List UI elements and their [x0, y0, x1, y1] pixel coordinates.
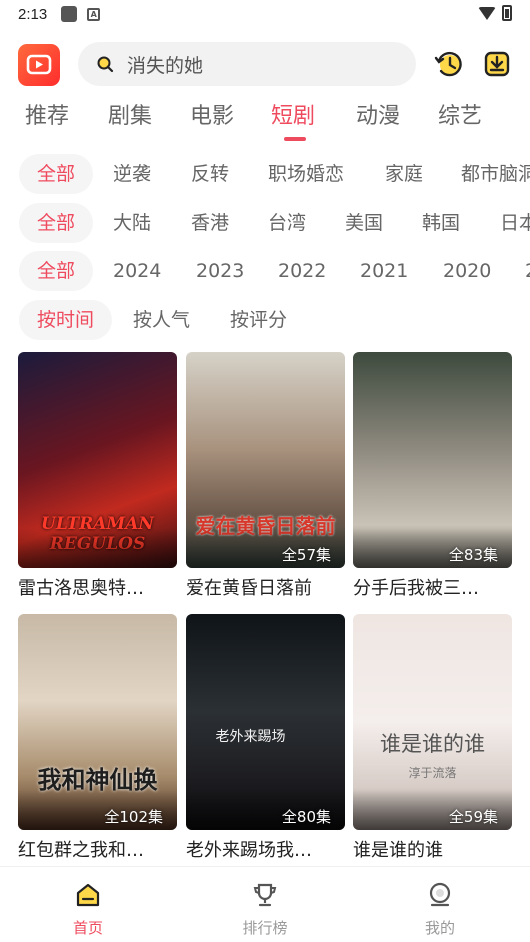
filter-region-item[interactable]: 大陆 [113, 203, 151, 243]
episode-count: 全102集 [104, 808, 163, 826]
poster-image: 全83集 [353, 352, 512, 568]
filter-row-sort: 按时间 按人气 按评分 [0, 300, 530, 340]
filter-year-item[interactable]: 2024 [113, 251, 161, 291]
drama-card[interactable]: 爱在黄昏日落前 全57集 爱在黄昏日落前 [186, 352, 345, 600]
history-icon[interactable] [434, 49, 464, 79]
filter-genre-item[interactable]: 都市脑洞 [461, 154, 530, 194]
search-bar[interactable]: 消失的她 [78, 42, 416, 86]
app-logo[interactable] [18, 44, 60, 86]
filter-genre-all[interactable]: 全部 [19, 154, 94, 194]
poster-image: 我和神仙换 全102集 [18, 614, 177, 830]
nav-ranking[interactable]: 排行榜 [225, 881, 305, 938]
nav-label: 排行榜 [242, 919, 288, 937]
drama-card[interactable]: ULTRAMAN REGULOS 雷古洛思奥特… [18, 352, 177, 600]
filter-row-year: 全部 2024 2023 2022 2021 2020 2019 [0, 251, 530, 291]
filter-region-item[interactable]: 台湾 [268, 203, 306, 243]
active-tab-indicator [284, 137, 306, 141]
filter-genre-item[interactable]: 反转 [191, 154, 229, 194]
episode-count: 全59集 [448, 808, 498, 826]
status-bar: 2:13 A [0, 0, 530, 28]
tab-variety[interactable]: 综艺 [438, 98, 482, 130]
nav-home[interactable]: 首页 [48, 881, 128, 938]
nav-profile[interactable]: 我的 [400, 881, 480, 938]
filter-region-item[interactable]: 美国 [345, 203, 383, 243]
filter-region-item[interactable]: 韩国 [422, 203, 460, 243]
tab-series[interactable]: 剧集 [108, 98, 152, 130]
drama-card[interactable]: 全83集 分手后我被三… [353, 352, 512, 600]
drama-title: 红包群之我和… [18, 840, 144, 861]
sort-by-time[interactable]: 按时间 [19, 300, 113, 340]
drama-title: 老外来踢场我… [186, 840, 312, 861]
nav-label: 首页 [72, 919, 103, 937]
filter-genre-item[interactable]: 家庭 [385, 154, 423, 194]
tab-anime[interactable]: 动漫 [356, 98, 400, 130]
poster-image: ULTRAMAN REGULOS [18, 352, 177, 568]
drama-card[interactable]: 谁是谁的谁 淳于流落 全59集 谁是谁的谁 [353, 614, 512, 862]
app-notification-icon: A [87, 7, 101, 21]
drama-card[interactable]: 我和神仙换 全102集 红包群之我和… [18, 614, 177, 862]
poster-subtitle-art: 淳于流落 [408, 766, 457, 780]
poster-title-art: 老外来踢场 [215, 729, 286, 745]
filter-region-item[interactable]: 日本 [500, 203, 530, 243]
search-placeholder: 消失的她 [127, 54, 204, 77]
episode-count: 全57集 [281, 546, 331, 564]
filter-region-item[interactable]: 香港 [191, 203, 229, 243]
header: 消失的她 [0, 42, 530, 88]
episode-count: 全83集 [448, 546, 498, 564]
nav-label: 我的 [424, 919, 455, 937]
filter-year-all[interactable]: 全部 [19, 251, 94, 291]
filter-region-all[interactable]: 全部 [19, 203, 94, 243]
filter-year-item[interactable]: 2021 [360, 251, 408, 291]
drama-title: 爱在黄昏日落前 [186, 578, 312, 599]
poster-image: 老外来踢场 全80集 [186, 614, 345, 830]
drama-title: 谁是谁的谁 [353, 840, 443, 861]
play-logo-icon [26, 54, 52, 75]
trophy-icon [253, 883, 277, 907]
category-tabs: 推荐 剧集 电影 短剧 动漫 综艺 [0, 98, 530, 144]
filter-year-item[interactable]: 2019 [525, 251, 530, 291]
poster-image: 谁是谁的谁 淳于流落 全59集 [353, 614, 512, 830]
sort-by-popularity[interactable]: 按人气 [133, 300, 190, 340]
poster-title-art: 谁是谁的谁 [380, 732, 485, 756]
drama-title: 分手后我被三… [353, 578, 479, 599]
home-icon [76, 883, 100, 907]
profile-icon [429, 882, 451, 907]
filter-year-item[interactable]: 2020 [443, 251, 491, 291]
filter-row-region: 全部 大陆 香港 台湾 美国 韩国 日本 [0, 203, 530, 243]
status-time: 2:13 [18, 5, 48, 23]
filter-year-item[interactable]: 2022 [278, 251, 326, 291]
search-icon [97, 56, 114, 73]
wifi-icon [478, 6, 496, 20]
battery-icon [502, 5, 512, 21]
tab-recommend[interactable]: 推荐 [25, 98, 69, 130]
sort-by-rating[interactable]: 按评分 [230, 300, 287, 340]
poster-image: 爱在黄昏日落前 全57集 [186, 352, 345, 568]
filter-genre-item[interactable]: 职场婚恋 [268, 154, 344, 194]
filter-genre-item[interactable]: 逆袭 [113, 154, 151, 194]
drama-title: 雷古洛思奥特… [18, 578, 144, 599]
notification-icon [61, 6, 78, 22]
filter-row-genre: 全部 逆袭 反转 职场婚恋 家庭 都市脑洞 [0, 154, 530, 194]
drama-card[interactable]: 老外来踢场 全80集 老外来踢场我… [186, 614, 345, 862]
bottom-nav: 首页 排行榜 我的 [0, 866, 530, 942]
tab-movies[interactable]: 电影 [190, 98, 234, 130]
tab-short-drama[interactable]: 短剧 [271, 98, 315, 130]
download-icon[interactable] [482, 49, 512, 79]
episode-count: 全80集 [281, 808, 331, 826]
filter-year-item[interactable]: 2023 [196, 251, 244, 291]
